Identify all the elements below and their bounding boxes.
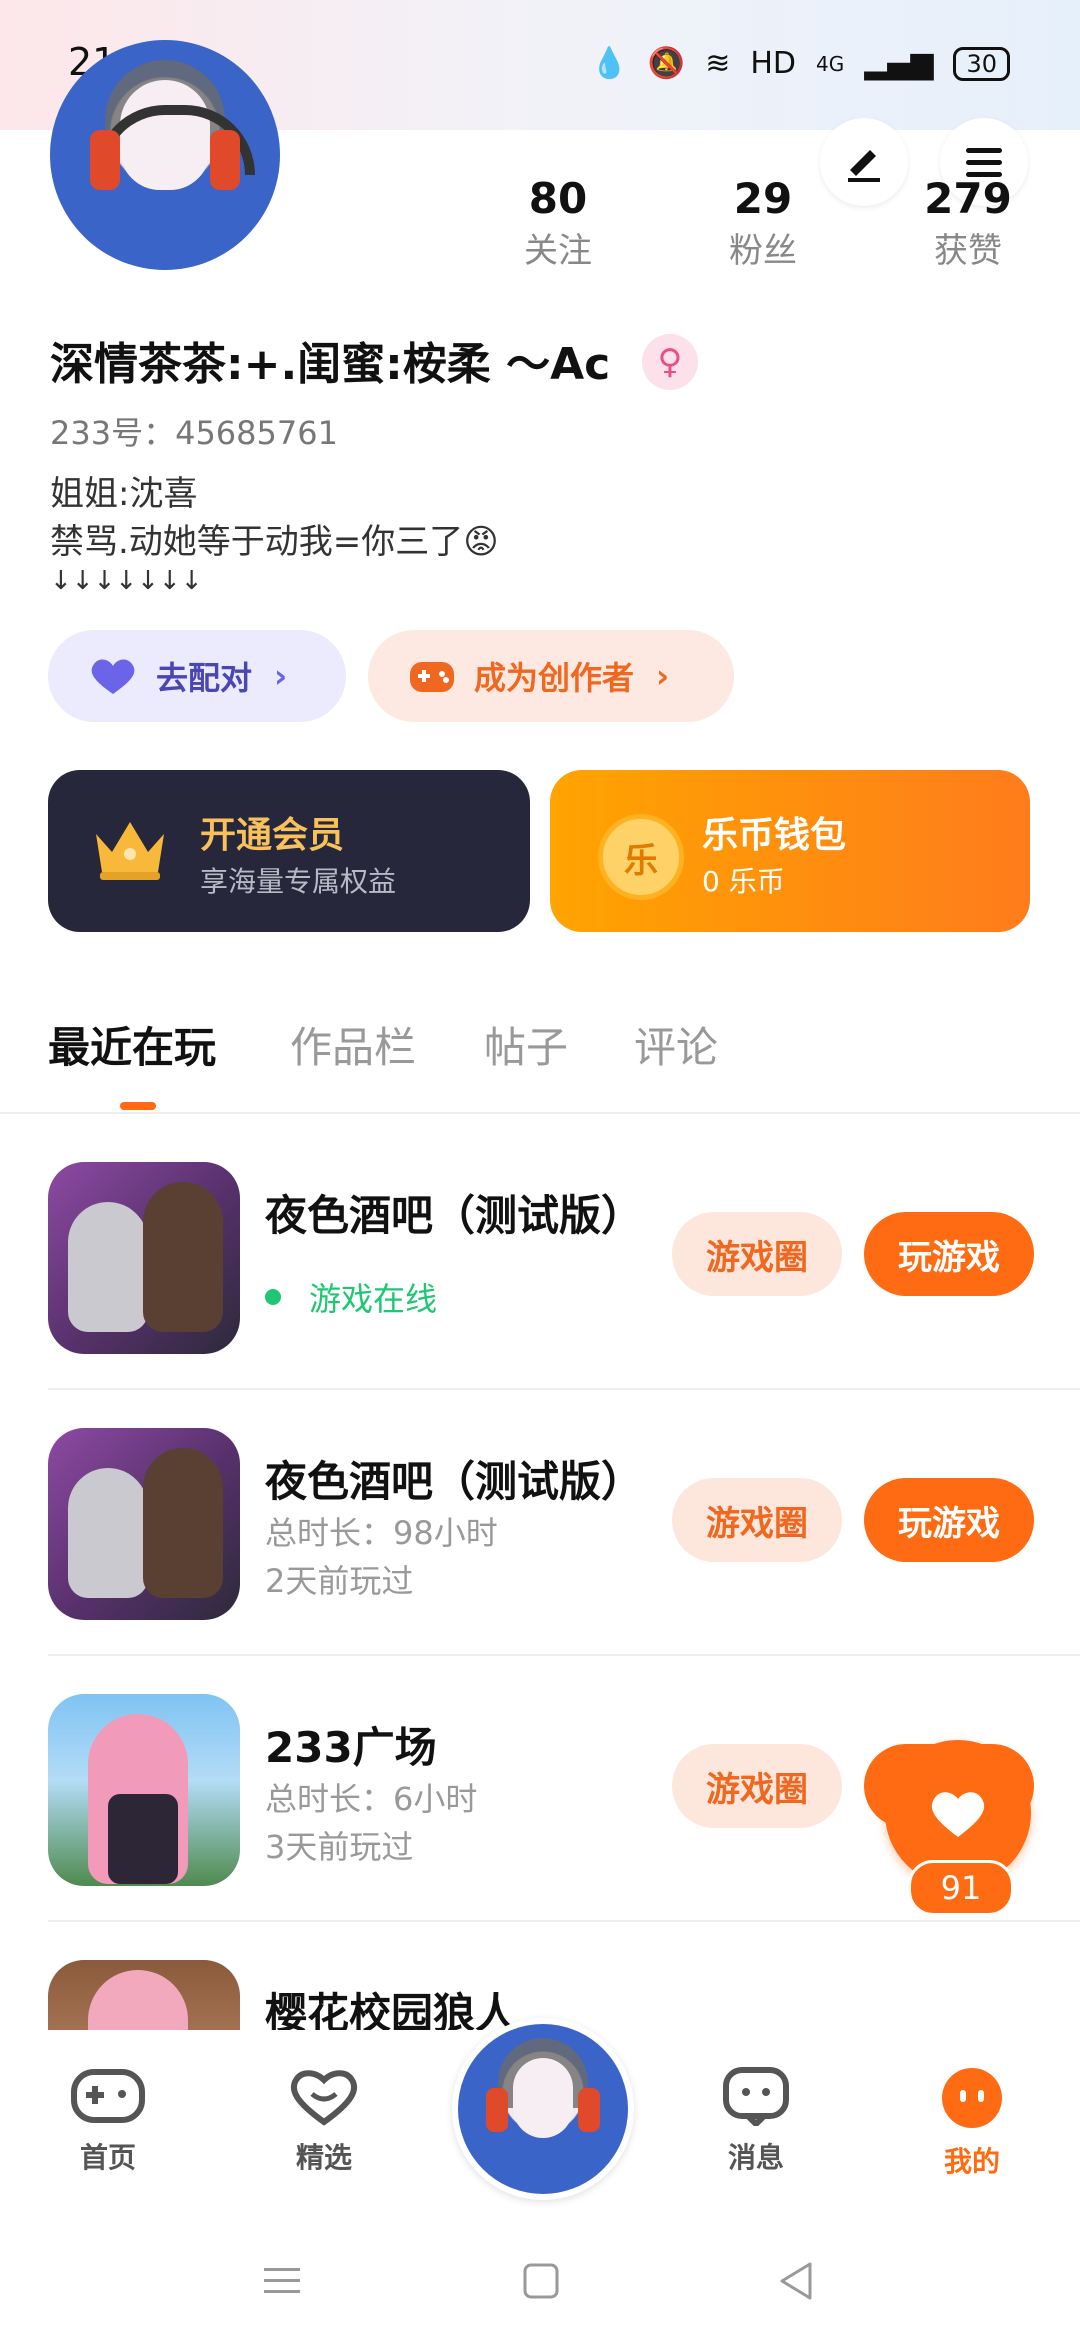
- nav-featured[interactable]: 精选: [254, 2066, 394, 2176]
- tab-works[interactable]: 作品栏: [290, 1014, 416, 1075]
- status-icons: 💧 🔕 ≋ HD 4G ▂▄▆ 30: [590, 46, 1010, 81]
- heart-icon: [91, 659, 135, 694]
- bio-line: 禁骂.动她等于动我=你三了😡: [50, 522, 499, 562]
- become-creator-button[interactable]: 成为创作者 ›: [368, 630, 734, 722]
- data-drop-icon: 💧: [590, 46, 628, 81]
- stat-fans-value: 29: [733, 174, 793, 223]
- game-icon: [48, 1428, 240, 1620]
- face-icon: [942, 2068, 1002, 2128]
- game-duration: 总时长：6小时: [265, 1780, 478, 1818]
- game-duration: 总时长：98小时: [265, 1514, 498, 1552]
- game-last-played: 2天前玩过: [265, 1562, 414, 1600]
- nav-featured-label: 精选: [295, 2141, 352, 2174]
- chat-icon: [723, 2067, 789, 2129]
- play-game-button[interactable]: 玩游戏: [864, 1212, 1034, 1296]
- tab-comments[interactable]: 评论: [634, 1014, 718, 1075]
- headphone-ear-right: [578, 2088, 600, 2132]
- chevron-right-icon: ›: [656, 657, 670, 695]
- game-title: 夜色酒吧（测试版）: [265, 1457, 644, 1506]
- stat-following-value: 80: [528, 174, 588, 223]
- wallet-title: 乐币钱包: [702, 815, 847, 856]
- wallet-balance: 0 乐币: [702, 865, 785, 898]
- gamepad-icon: [71, 2069, 145, 2123]
- stat-following[interactable]: 80 关注: [478, 174, 638, 272]
- home-button-icon: [523, 2263, 559, 2299]
- profile-avatar[interactable]: [50, 40, 280, 270]
- vip-subtitle: 享海量专属权益: [200, 865, 397, 898]
- headphone-ear-left: [486, 2088, 508, 2132]
- signal-icon: ▂▄▆: [864, 46, 934, 81]
- game-icon: [48, 1694, 240, 1886]
- online-dot-icon: [265, 1289, 281, 1305]
- recent-apps-icon: [264, 2268, 300, 2293]
- nav-home-label: 首页: [79, 2141, 136, 2174]
- wallet-card[interactable]: 乐 乐币钱包 0 乐币: [550, 770, 1030, 932]
- nav-home[interactable]: 首页: [38, 2066, 178, 2176]
- bottom-nav: 首页 精选 消息 我的: [0, 2018, 1080, 2220]
- divider: [0, 1112, 1080, 1114]
- game-icon: [48, 1960, 240, 2030]
- pencil-icon: [848, 150, 880, 182]
- pair-label: 去配对: [156, 659, 253, 697]
- nav-mine[interactable]: 我的: [902, 2066, 1042, 2180]
- battery-icon: 30: [953, 46, 1010, 81]
- game-circle-button[interactable]: 游戏圈: [672, 1478, 842, 1562]
- chevron-right-icon: ›: [274, 657, 288, 695]
- bio-line: 姐姐:沈喜: [50, 474, 198, 514]
- stat-fans[interactable]: 29 粉丝: [683, 174, 843, 272]
- stat-following-label: 关注: [524, 231, 592, 271]
- game-title: 夜色酒吧（测试版）: [265, 1191, 644, 1240]
- game-last-played: 3天前玩过: [265, 1828, 414, 1866]
- divider: [48, 1388, 1080, 1390]
- nav-messages[interactable]: 消息: [686, 2066, 826, 2176]
- tab-active-indicator: [120, 1102, 156, 1110]
- tab-recently-played[interactable]: 最近在玩: [48, 1014, 216, 1075]
- game-circle-button[interactable]: 游戏圈: [672, 1744, 842, 1828]
- play-game-button[interactable]: 玩游戏: [864, 1478, 1034, 1562]
- creator-label: 成为创作者: [474, 659, 635, 697]
- nav-avatar-button[interactable]: [452, 2018, 634, 2200]
- headphone-ear-left: [90, 130, 120, 190]
- stat-likes-value: 279: [924, 174, 1012, 223]
- user-id: 233号：45685761: [50, 414, 338, 452]
- back-button-icon: [780, 2262, 812, 2300]
- pair-button[interactable]: 去配对 ›: [48, 630, 346, 722]
- network-type: HD: [750, 46, 796, 81]
- like-count: 91: [908, 1860, 1014, 1916]
- stat-fans-label: 粉丝: [729, 231, 797, 271]
- mute-icon: 🔕: [647, 46, 686, 81]
- online-status-label: 游戏在线: [309, 1280, 438, 1318]
- game-icon: [48, 1162, 240, 1354]
- heart-box-icon: [290, 2070, 358, 2126]
- signal-label: 4G: [816, 51, 845, 76]
- female-icon: ♀: [642, 334, 698, 390]
- system-nav-bar: [0, 2220, 1080, 2340]
- headphone-ear-right: [210, 130, 240, 190]
- game-circle-button[interactable]: 游戏圈: [672, 1212, 842, 1296]
- vip-card[interactable]: 开通会员 享海量专属权益: [48, 770, 530, 932]
- gamepad-icon: [410, 662, 454, 692]
- coin-icon: 乐: [598, 814, 684, 900]
- wifi-icon: ≋: [705, 46, 731, 81]
- divider: [48, 1920, 1080, 1922]
- crown-icon: [96, 822, 164, 880]
- game-title: 233广场: [265, 1723, 437, 1772]
- game-title: 樱花校园狼人: [265, 1989, 518, 2030]
- online-status: 游戏在线: [265, 1274, 437, 1320]
- avatar-face: [513, 2058, 573, 2138]
- nav-messages-label: 消息: [727, 2141, 784, 2174]
- divider: [48, 1654, 1080, 1656]
- heart-icon: [931, 1792, 985, 1837]
- bio-line: ↓↓↓↓↓↓↓: [50, 566, 203, 596]
- nav-mine-label: 我的: [943, 2145, 1000, 2178]
- tab-posts[interactable]: 帖子: [484, 1014, 568, 1075]
- stat-likes-label: 获赞: [934, 231, 1002, 271]
- vip-title: 开通会员: [200, 815, 345, 856]
- profile-name: 深情茶茶:+.闺蜜:桉柔 ～Ac: [50, 339, 611, 390]
- stat-likes[interactable]: 279 获赞: [888, 174, 1048, 272]
